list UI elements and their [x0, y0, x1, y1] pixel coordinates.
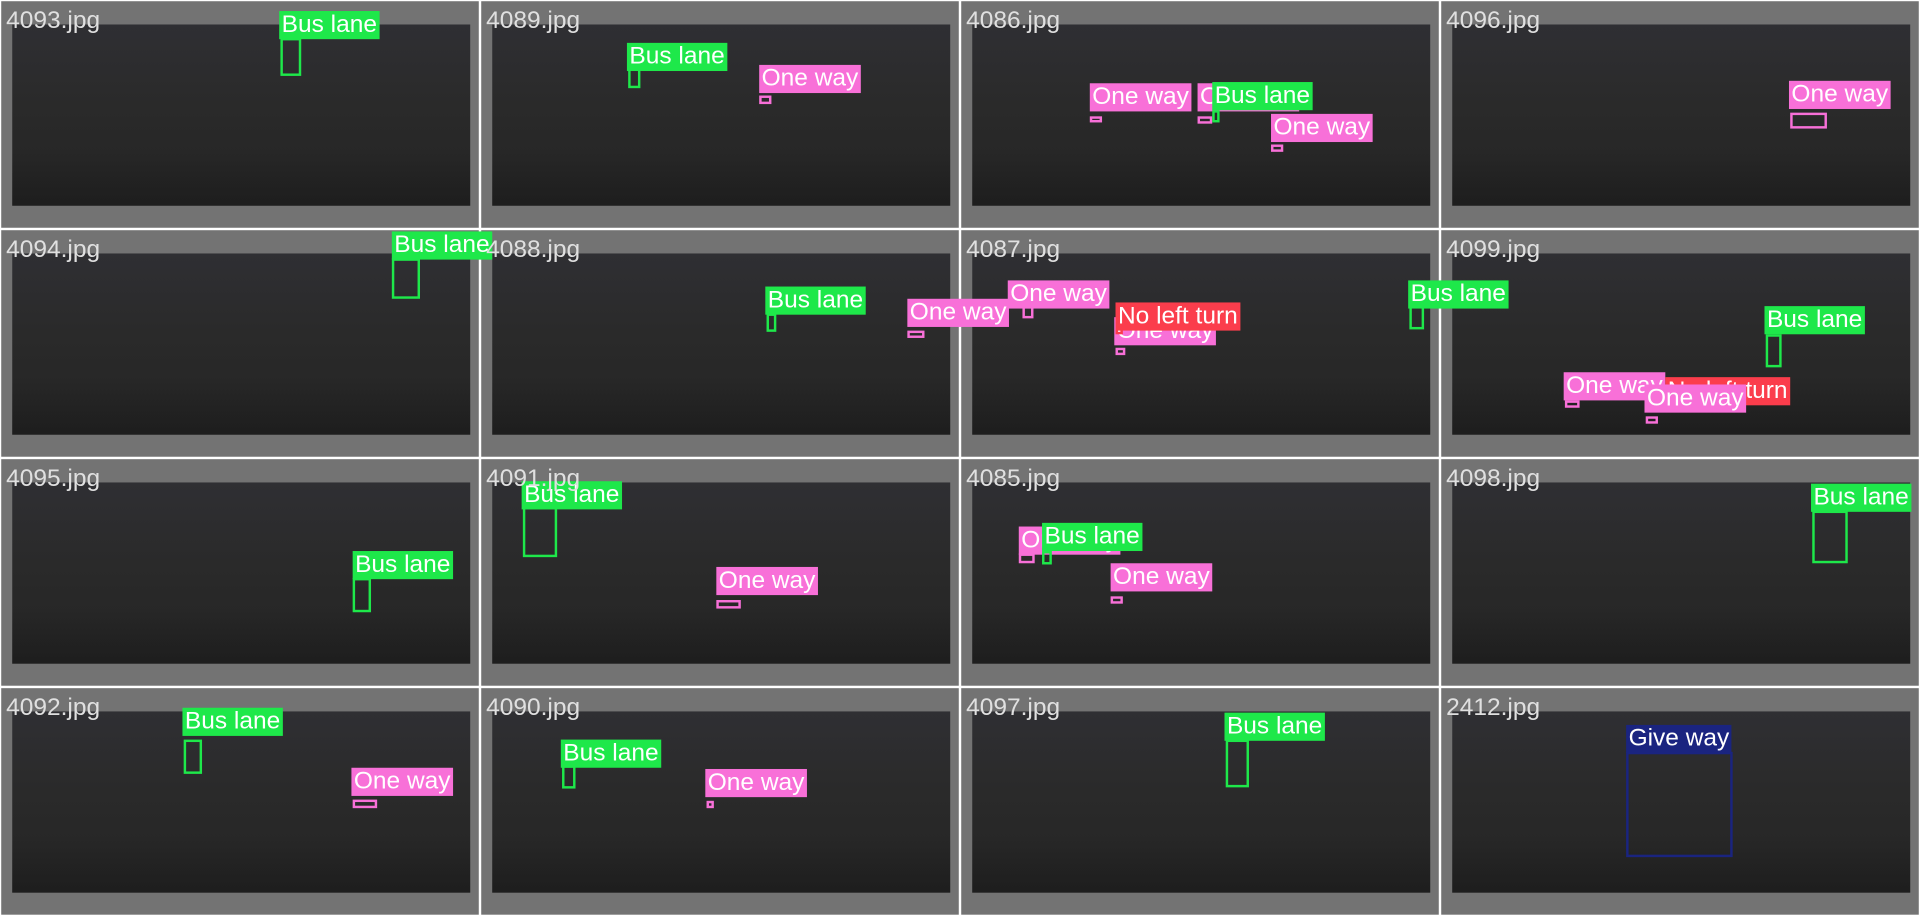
filename-label: 4097.jpg — [966, 694, 1061, 722]
filename-label: 4090.jpg — [486, 694, 581, 722]
detection-label: One way — [716, 566, 818, 596]
detection-label: No left turn — [1115, 302, 1241, 331]
bounding-box — [352, 799, 378, 809]
detection-label: Bus lane — [560, 739, 662, 768]
detection-label: Bus lane — [1042, 522, 1143, 552]
bounding-box — [1197, 116, 1213, 124]
bounding-box — [1564, 400, 1580, 408]
detection-label: One way — [1788, 80, 1891, 109]
bounding-box — [1018, 553, 1035, 564]
bounding-box — [1115, 347, 1126, 356]
bounding-box — [1271, 144, 1284, 152]
street-photo — [492, 253, 951, 435]
detection-label: Bus lane — [765, 286, 866, 315]
bounding-box — [391, 258, 421, 299]
detection-label: Bus lane — [182, 707, 283, 736]
detection-label: One way — [1089, 83, 1192, 112]
detection-label: Bus lane — [1212, 82, 1313, 111]
bounding-box — [183, 739, 203, 774]
bounding-box — [907, 330, 925, 338]
detection-label: One way — [907, 298, 1009, 327]
filename-label: 4089.jpg — [486, 7, 581, 35]
detection-label: Give way — [1626, 724, 1732, 754]
bounding-box — [562, 765, 576, 789]
image-tile[interactable]: 4093.jpg — [1, 1, 479, 228]
bounding-box — [716, 600, 741, 609]
detection-label: One way — [759, 64, 861, 94]
bounding-box — [1626, 751, 1733, 858]
detection-label: Bus lane — [1408, 280, 1509, 309]
filename-label: 4091.jpg — [486, 465, 581, 493]
bounding-box — [706, 800, 714, 809]
bounding-box — [766, 313, 777, 332]
detection-label: One way — [705, 768, 807, 798]
bounding-box — [1225, 739, 1249, 788]
image-tile[interactable]: 4089.jpg — [481, 1, 959, 228]
bounding-box — [1790, 112, 1827, 129]
filename-label: 4098.jpg — [1446, 465, 1541, 493]
bounding-box — [1110, 596, 1123, 604]
filename-label: 4087.jpg — [966, 236, 1061, 264]
detection-label: One way — [1110, 563, 1213, 592]
filename-label: 4092.jpg — [6, 694, 101, 722]
detection-label: Bus lane — [1764, 306, 1865, 335]
detection-label: Bus lane — [279, 11, 380, 40]
detection-label: One way — [1007, 280, 1110, 309]
image-tile[interactable]: 4090.jpg — [481, 688, 959, 915]
detection-label: Bus lane — [1811, 483, 1912, 512]
street-photo — [12, 711, 471, 893]
bounding-box — [1812, 510, 1848, 564]
detection-label: Bus lane — [352, 551, 453, 580]
filename-label: 4088.jpg — [486, 236, 581, 264]
street-photo — [12, 24, 471, 206]
street-photo — [972, 711, 1431, 893]
filename-label: 4093.jpg — [6, 7, 101, 35]
detection-label: Bus lane — [391, 231, 493, 260]
bounding-box — [280, 37, 302, 76]
image-tile[interactable]: 4096.jpg — [1441, 1, 1919, 228]
bounding-box — [759, 95, 772, 105]
bounding-box — [1645, 416, 1658, 424]
filename-label: 4099.jpg — [1446, 236, 1541, 264]
bounding-box — [1089, 116, 1103, 123]
detection-label: Bus lane — [1224, 712, 1325, 741]
filename-label: 4086.jpg — [966, 7, 1061, 35]
filename-label: 4096.jpg — [1446, 7, 1541, 35]
image-tile[interactable]: 4097.jpg — [961, 688, 1439, 915]
bounding-box — [522, 506, 558, 558]
filename-label: 4085.jpg — [966, 465, 1061, 493]
bounding-box — [1212, 110, 1220, 123]
detection-label: One way — [1271, 113, 1373, 143]
image-tile[interactable]: 4088.jpg — [481, 230, 959, 457]
bounding-box — [352, 577, 372, 613]
detection-results-grid: 4093.jpg Bus lane 4089.jpg Bus lane One way 4… — [0, 0, 1920, 916]
filename-label: 2412.jpg — [1446, 694, 1541, 722]
bounding-box — [1042, 551, 1052, 565]
filename-label: 4095.jpg — [6, 465, 101, 493]
detection-label: One way — [351, 767, 453, 796]
detection-label: Bus lane — [626, 42, 728, 72]
bounding-box — [1765, 334, 1782, 368]
filename-label: 4094.jpg — [6, 236, 101, 264]
image-tile[interactable]: 4099.jpg — [1441, 230, 1919, 457]
street-photo — [1452, 24, 1911, 206]
detection-label: One way — [1644, 384, 1747, 413]
